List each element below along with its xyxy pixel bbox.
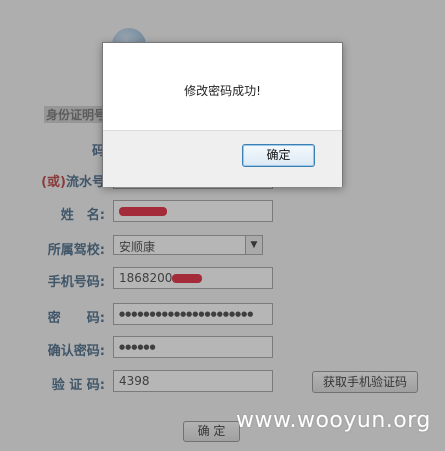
- dialog-ok-button[interactable]: 确定: [242, 144, 315, 167]
- dialog-message: 修改密码成功!: [184, 84, 261, 98]
- dialog-footer: 确定: [103, 130, 342, 187]
- alert-dialog: 修改密码成功! 确定: [102, 42, 343, 187]
- watermark: www.wooyun.org: [236, 408, 431, 433]
